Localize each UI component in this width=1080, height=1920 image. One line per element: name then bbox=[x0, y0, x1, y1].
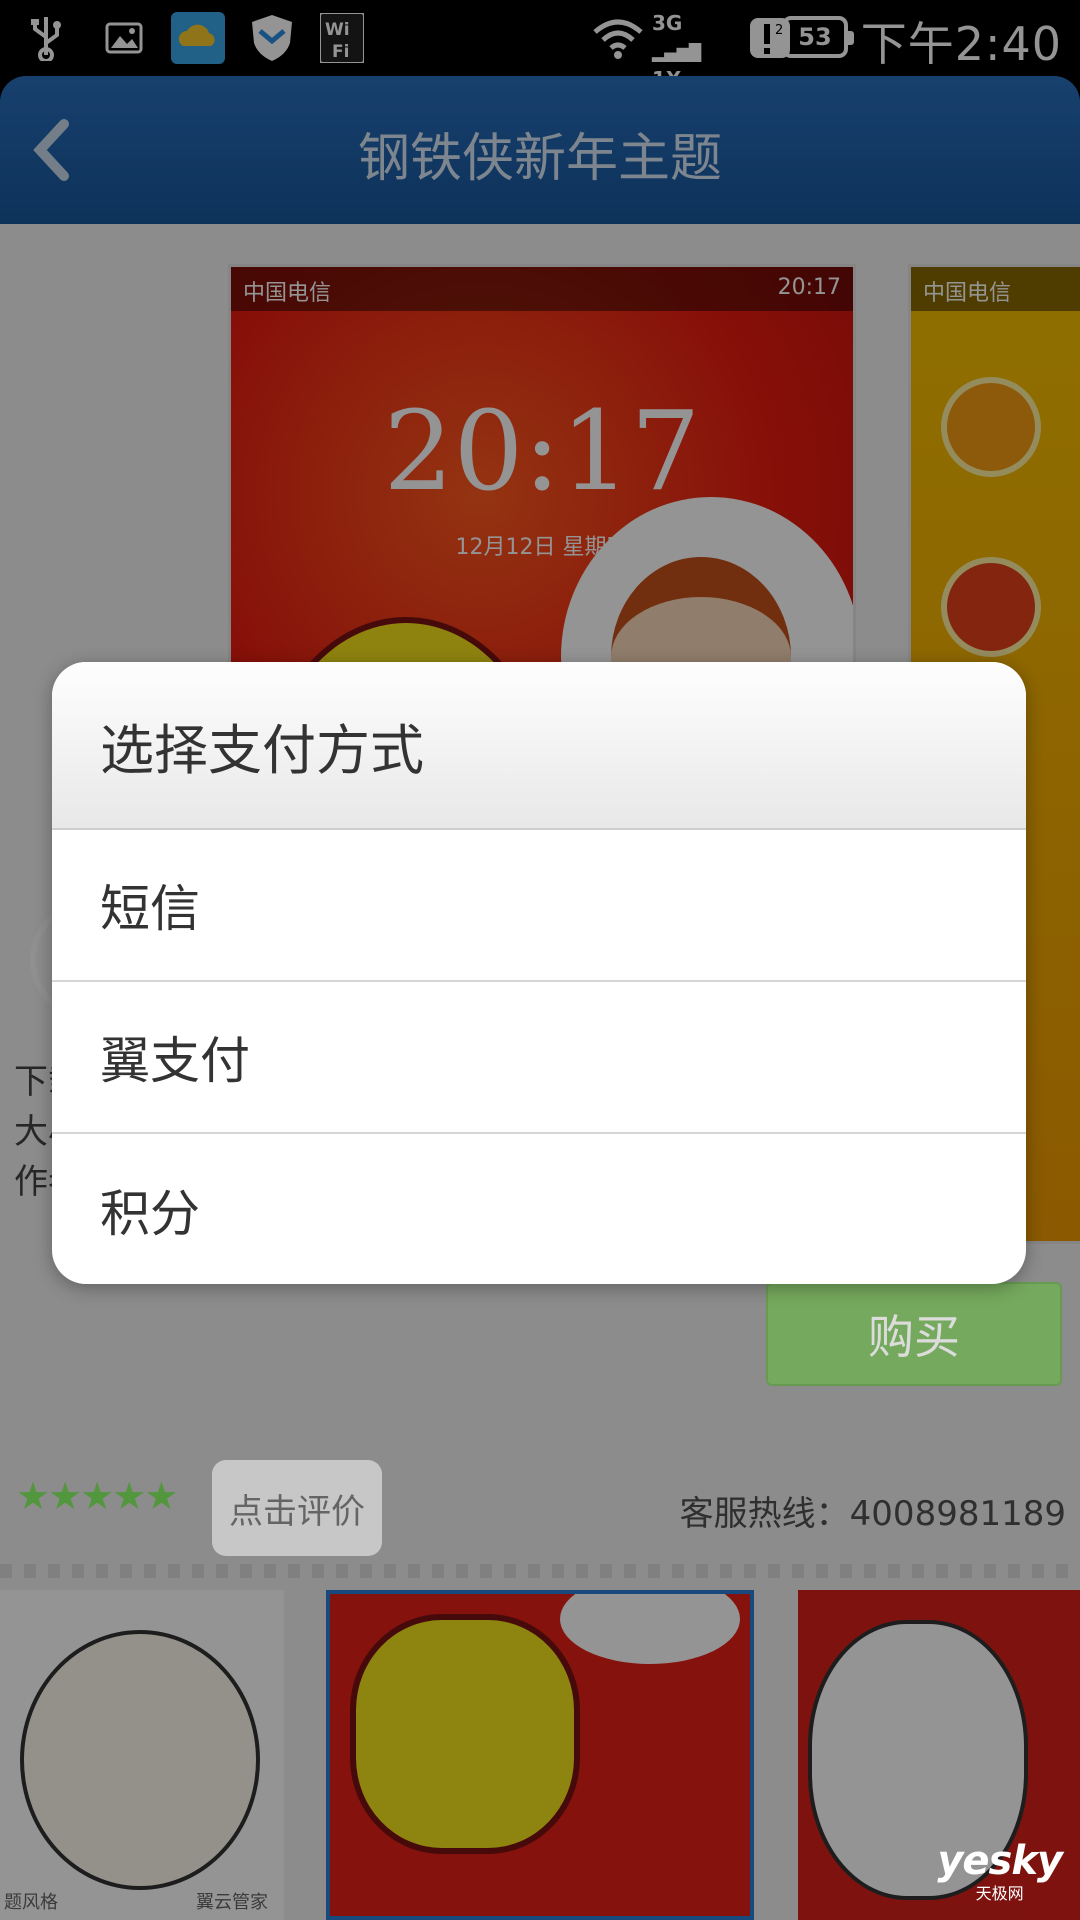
star-icon: ★ bbox=[112, 1474, 146, 1518]
rate-button[interactable]: 点击评价 bbox=[212, 1460, 382, 1556]
payment-method-dialog: 选择支付方式 短信 翼支付 积分 bbox=[52, 662, 1026, 1284]
star-icon: ★ bbox=[144, 1474, 178, 1518]
star-icon: ★ bbox=[16, 1474, 50, 1518]
star-icon: ★ bbox=[80, 1474, 114, 1518]
customer-hotline: 客服热线：4008981189 bbox=[679, 1494, 1066, 1534]
payment-option-yipay[interactable]: 翼支付 bbox=[52, 982, 1026, 1134]
dialog-title: 选择支付方式 bbox=[100, 718, 424, 782]
rating-stars: ★★★★★ bbox=[16, 1474, 178, 1518]
payment-option-points[interactable]: 积分 bbox=[52, 1134, 1026, 1284]
dialog-header: 选择支付方式 bbox=[52, 662, 1026, 830]
watermark: yesky 天极网 bbox=[937, 1838, 1063, 1904]
star-icon: ★ bbox=[48, 1474, 82, 1518]
buy-button[interactable]: 购买 bbox=[766, 1282, 1062, 1386]
payment-option-sms[interactable]: 短信 bbox=[52, 830, 1026, 982]
watermark-logo: yesky bbox=[937, 1838, 1063, 1884]
